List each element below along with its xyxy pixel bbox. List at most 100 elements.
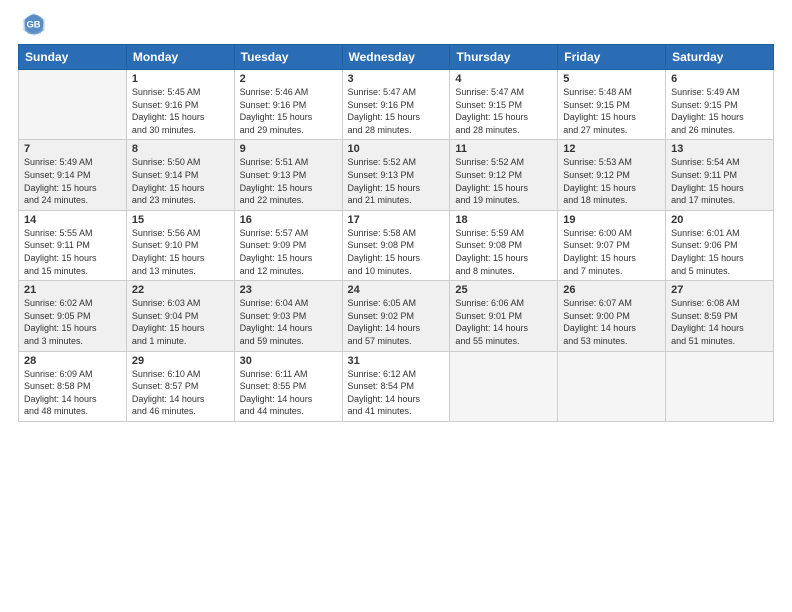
day-number: 14 <box>24 214 121 226</box>
logo-icon: GB <box>20 10 48 38</box>
column-header-wednesday: Wednesday <box>342 45 450 70</box>
day-number: 18 <box>455 214 552 226</box>
column-header-friday: Friday <box>558 45 666 70</box>
day-info: Sunrise: 6:07 AMSunset: 9:00 PMDaylight:… <box>563 297 660 347</box>
day-info: Sunrise: 5:49 AMSunset: 9:15 PMDaylight:… <box>671 86 768 136</box>
day-cell: 31Sunrise: 6:12 AMSunset: 8:54 PMDayligh… <box>342 351 450 421</box>
day-number: 30 <box>240 355 337 367</box>
calendar: SundayMondayTuesdayWednesdayThursdayFrid… <box>18 44 774 422</box>
day-info: Sunrise: 6:05 AMSunset: 9:02 PMDaylight:… <box>348 297 445 347</box>
week-row-5: 28Sunrise: 6:09 AMSunset: 8:58 PMDayligh… <box>19 351 774 421</box>
day-cell: 24Sunrise: 6:05 AMSunset: 9:02 PMDayligh… <box>342 281 450 351</box>
column-header-sunday: Sunday <box>19 45 127 70</box>
day-headers-row: SundayMondayTuesdayWednesdayThursdayFrid… <box>19 45 774 70</box>
day-cell: 2Sunrise: 5:46 AMSunset: 9:16 PMDaylight… <box>234 70 342 140</box>
day-number: 15 <box>132 214 229 226</box>
day-number: 29 <box>132 355 229 367</box>
day-cell: 1Sunrise: 5:45 AMSunset: 9:16 PMDaylight… <box>126 70 234 140</box>
day-cell: 3Sunrise: 5:47 AMSunset: 9:16 PMDaylight… <box>342 70 450 140</box>
day-info: Sunrise: 5:55 AMSunset: 9:11 PMDaylight:… <box>24 227 121 277</box>
day-info: Sunrise: 6:12 AMSunset: 8:54 PMDaylight:… <box>348 368 445 418</box>
logo: GB <box>18 10 50 38</box>
day-number: 13 <box>671 143 768 155</box>
column-header-monday: Monday <box>126 45 234 70</box>
day-info: Sunrise: 5:49 AMSunset: 9:14 PMDaylight:… <box>24 156 121 206</box>
column-header-saturday: Saturday <box>666 45 774 70</box>
day-number: 9 <box>240 143 337 155</box>
week-row-2: 7Sunrise: 5:49 AMSunset: 9:14 PMDaylight… <box>19 140 774 210</box>
svg-text:GB: GB <box>27 20 41 30</box>
day-number: 4 <box>455 73 552 85</box>
day-number: 25 <box>455 284 552 296</box>
column-header-tuesday: Tuesday <box>234 45 342 70</box>
day-cell: 5Sunrise: 5:48 AMSunset: 9:15 PMDaylight… <box>558 70 666 140</box>
day-number: 8 <box>132 143 229 155</box>
day-number: 1 <box>132 73 229 85</box>
day-info: Sunrise: 5:51 AMSunset: 9:13 PMDaylight:… <box>240 156 337 206</box>
day-info: Sunrise: 5:57 AMSunset: 9:09 PMDaylight:… <box>240 227 337 277</box>
day-info: Sunrise: 5:54 AMSunset: 9:11 PMDaylight:… <box>671 156 768 206</box>
day-cell: 29Sunrise: 6:10 AMSunset: 8:57 PMDayligh… <box>126 351 234 421</box>
day-number: 17 <box>348 214 445 226</box>
day-cell: 23Sunrise: 6:04 AMSunset: 9:03 PMDayligh… <box>234 281 342 351</box>
day-cell: 9Sunrise: 5:51 AMSunset: 9:13 PMDaylight… <box>234 140 342 210</box>
day-number: 10 <box>348 143 445 155</box>
day-cell: 8Sunrise: 5:50 AMSunset: 9:14 PMDaylight… <box>126 140 234 210</box>
day-cell <box>666 351 774 421</box>
day-info: Sunrise: 5:48 AMSunset: 9:15 PMDaylight:… <box>563 86 660 136</box>
day-number: 2 <box>240 73 337 85</box>
day-info: Sunrise: 6:08 AMSunset: 8:59 PMDaylight:… <box>671 297 768 347</box>
day-number: 12 <box>563 143 660 155</box>
day-cell: 7Sunrise: 5:49 AMSunset: 9:14 PMDaylight… <box>19 140 127 210</box>
day-info: Sunrise: 6:02 AMSunset: 9:05 PMDaylight:… <box>24 297 121 347</box>
day-info: Sunrise: 5:46 AMSunset: 9:16 PMDaylight:… <box>240 86 337 136</box>
day-info: Sunrise: 6:11 AMSunset: 8:55 PMDaylight:… <box>240 368 337 418</box>
header: GB <box>18 10 774 38</box>
day-number: 3 <box>348 73 445 85</box>
day-cell: 20Sunrise: 6:01 AMSunset: 9:06 PMDayligh… <box>666 210 774 280</box>
day-number: 24 <box>348 284 445 296</box>
day-cell: 25Sunrise: 6:06 AMSunset: 9:01 PMDayligh… <box>450 281 558 351</box>
day-number: 6 <box>671 73 768 85</box>
day-info: Sunrise: 5:53 AMSunset: 9:12 PMDaylight:… <box>563 156 660 206</box>
column-header-thursday: Thursday <box>450 45 558 70</box>
day-cell: 15Sunrise: 5:56 AMSunset: 9:10 PMDayligh… <box>126 210 234 280</box>
day-number: 20 <box>671 214 768 226</box>
day-cell: 10Sunrise: 5:52 AMSunset: 9:13 PMDayligh… <box>342 140 450 210</box>
day-cell: 30Sunrise: 6:11 AMSunset: 8:55 PMDayligh… <box>234 351 342 421</box>
day-cell: 11Sunrise: 5:52 AMSunset: 9:12 PMDayligh… <box>450 140 558 210</box>
day-info: Sunrise: 6:03 AMSunset: 9:04 PMDaylight:… <box>132 297 229 347</box>
day-info: Sunrise: 6:10 AMSunset: 8:57 PMDaylight:… <box>132 368 229 418</box>
day-number: 19 <box>563 214 660 226</box>
day-cell <box>19 70 127 140</box>
day-info: Sunrise: 5:47 AMSunset: 9:15 PMDaylight:… <box>455 86 552 136</box>
day-info: Sunrise: 5:52 AMSunset: 9:12 PMDaylight:… <box>455 156 552 206</box>
day-info: Sunrise: 6:04 AMSunset: 9:03 PMDaylight:… <box>240 297 337 347</box>
day-number: 23 <box>240 284 337 296</box>
day-info: Sunrise: 5:45 AMSunset: 9:16 PMDaylight:… <box>132 86 229 136</box>
day-cell: 4Sunrise: 5:47 AMSunset: 9:15 PMDaylight… <box>450 70 558 140</box>
day-cell: 26Sunrise: 6:07 AMSunset: 9:00 PMDayligh… <box>558 281 666 351</box>
day-number: 16 <box>240 214 337 226</box>
day-cell: 19Sunrise: 6:00 AMSunset: 9:07 PMDayligh… <box>558 210 666 280</box>
page: GB SundayMondayTuesdayWednesdayThursdayF… <box>0 0 792 612</box>
day-cell: 27Sunrise: 6:08 AMSunset: 8:59 PMDayligh… <box>666 281 774 351</box>
day-number: 31 <box>348 355 445 367</box>
day-cell: 22Sunrise: 6:03 AMSunset: 9:04 PMDayligh… <box>126 281 234 351</box>
day-number: 21 <box>24 284 121 296</box>
day-info: Sunrise: 5:59 AMSunset: 9:08 PMDaylight:… <box>455 227 552 277</box>
day-info: Sunrise: 5:56 AMSunset: 9:10 PMDaylight:… <box>132 227 229 277</box>
day-info: Sunrise: 6:06 AMSunset: 9:01 PMDaylight:… <box>455 297 552 347</box>
week-row-4: 21Sunrise: 6:02 AMSunset: 9:05 PMDayligh… <box>19 281 774 351</box>
day-cell <box>558 351 666 421</box>
day-info: Sunrise: 5:50 AMSunset: 9:14 PMDaylight:… <box>132 156 229 206</box>
day-info: Sunrise: 5:58 AMSunset: 9:08 PMDaylight:… <box>348 227 445 277</box>
day-cell: 13Sunrise: 5:54 AMSunset: 9:11 PMDayligh… <box>666 140 774 210</box>
day-info: Sunrise: 5:47 AMSunset: 9:16 PMDaylight:… <box>348 86 445 136</box>
day-cell: 12Sunrise: 5:53 AMSunset: 9:12 PMDayligh… <box>558 140 666 210</box>
day-cell: 6Sunrise: 5:49 AMSunset: 9:15 PMDaylight… <box>666 70 774 140</box>
day-cell: 14Sunrise: 5:55 AMSunset: 9:11 PMDayligh… <box>19 210 127 280</box>
day-cell: 16Sunrise: 5:57 AMSunset: 9:09 PMDayligh… <box>234 210 342 280</box>
day-number: 22 <box>132 284 229 296</box>
day-number: 26 <box>563 284 660 296</box>
